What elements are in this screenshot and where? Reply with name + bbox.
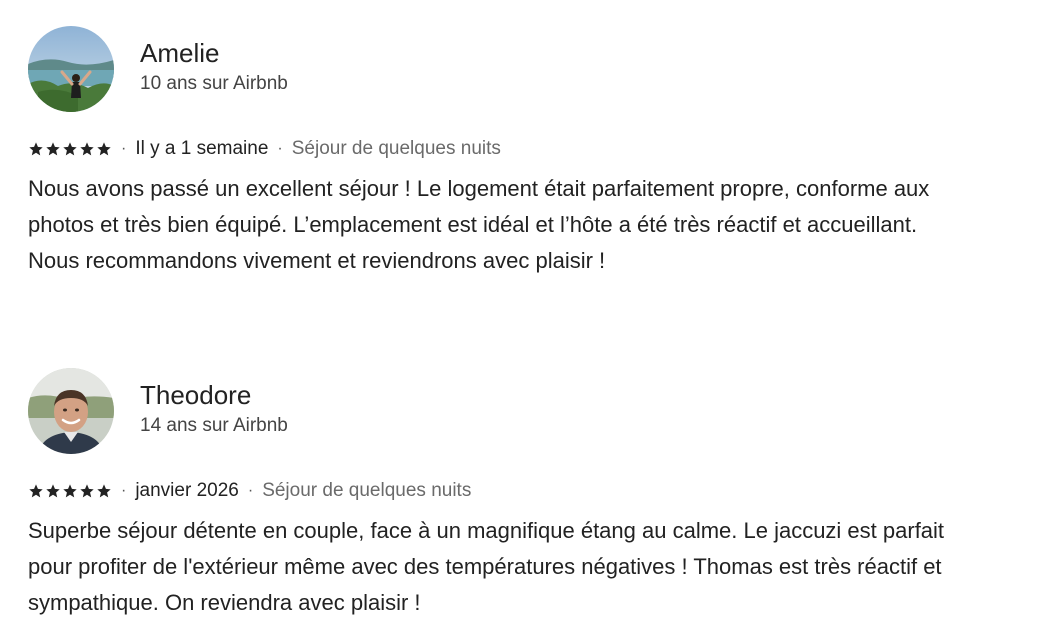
review-meta: · janvier 2026 · Séjour de quelques nuit… (28, 478, 1018, 504)
star-icon (29, 484, 43, 498)
review-text: Superbe séjour détente en couple, face à… (28, 518, 945, 615)
star-icon (97, 484, 111, 498)
star-icon (80, 142, 94, 156)
review-header: Theodore 14 ans sur Airbnb (28, 368, 1018, 454)
avatar-photo-landscape (28, 26, 114, 112)
star-icon (80, 484, 94, 498)
review-header: Amelie 10 ans sur Airbnb (28, 26, 1018, 112)
reviewer-tenure: 10 ans sur Airbnb (140, 73, 288, 94)
star-icon (46, 484, 60, 498)
star-icon (46, 142, 60, 156)
reviewer-info: Amelie 10 ans sur Airbnb (140, 38, 288, 97)
separator-dot: · (121, 140, 127, 157)
reviewer-name[interactable]: Theodore (140, 379, 288, 411)
stay-length: Séjour de quelques nuits (262, 480, 472, 501)
star-rating (28, 141, 112, 157)
review-card: Amelie 10 ans sur Airbnb · Il y a 1 sema… (28, 26, 1018, 279)
reviewer-avatar[interactable] (28, 368, 114, 454)
reviewer-avatar[interactable] (28, 26, 114, 112)
review-text: Nous avons passé un excellent séjour ! L… (28, 176, 930, 273)
review-date: janvier 2026 (135, 480, 239, 501)
review-card: Theodore 14 ans sur Airbnb · janvier 202… (28, 368, 1018, 621)
review-meta: · Il y a 1 semaine · Séjour de quelques … (28, 136, 1018, 162)
reviewer-tenure: 14 ans sur Airbnb (140, 415, 288, 436)
separator-dot: · (277, 140, 283, 157)
star-icon (63, 484, 77, 498)
reviewer-info: Theodore 14 ans sur Airbnb (140, 380, 288, 439)
avatar-photo-portrait (28, 368, 114, 454)
star-icon (97, 142, 111, 156)
stay-length: Séjour de quelques nuits (291, 138, 501, 159)
separator-dot: · (247, 482, 254, 499)
star-icon (29, 142, 43, 156)
review-date: Il y a 1 semaine (135, 138, 269, 159)
star-rating (28, 483, 112, 499)
reviewer-name[interactable]: Amelie (140, 37, 288, 69)
separator-dot: · (121, 482, 127, 499)
star-icon (63, 142, 77, 156)
